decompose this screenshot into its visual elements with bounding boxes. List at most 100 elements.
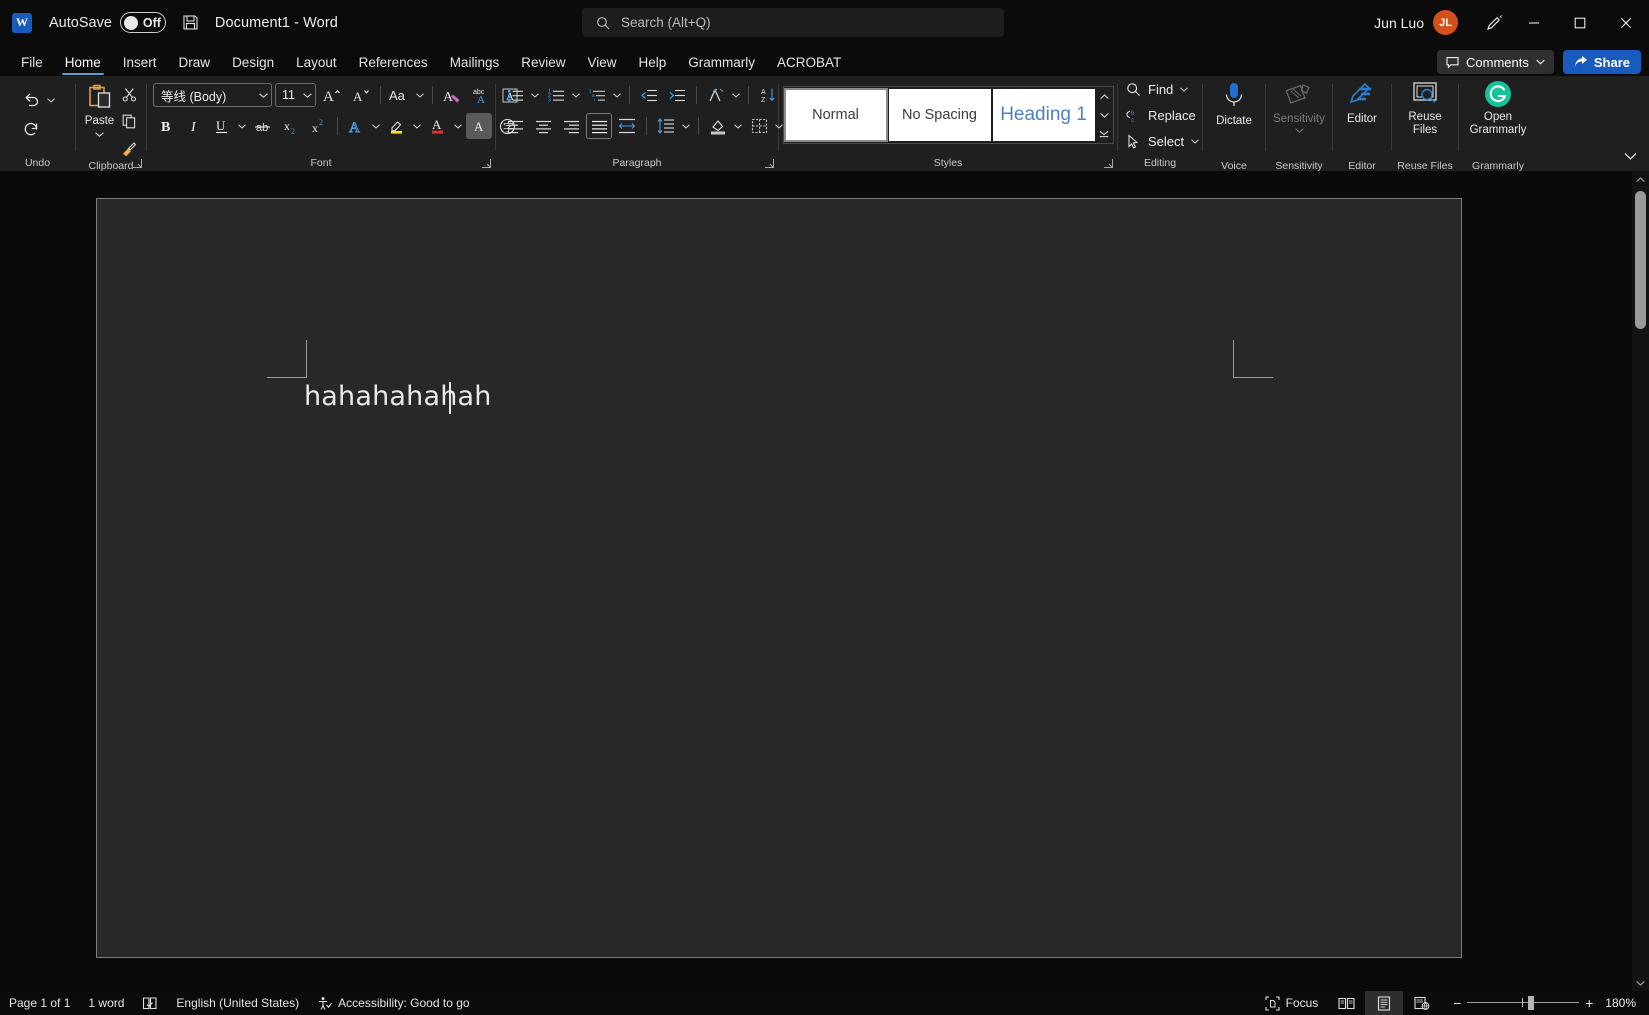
- sensitivity-button[interactable]: Sensitivity: [1272, 76, 1326, 160]
- read-mode-button[interactable]: [1327, 991, 1365, 1015]
- tab-acrobat[interactable]: ACROBAT: [766, 49, 852, 76]
- multilevel-list-button[interactable]: 1ai: [584, 82, 623, 108]
- document-body-text[interactable]: hahahahahah: [304, 381, 492, 412]
- zoom-slider[interactable]: − +: [1447, 991, 1599, 1015]
- numbering-button[interactable]: 123: [543, 82, 582, 108]
- line-spacing-button[interactable]: [653, 113, 692, 139]
- borders-icon[interactable]: [746, 113, 772, 139]
- undo-arrow-icon[interactable]: [18, 88, 44, 114]
- asian-layout-caret-icon[interactable]: [729, 83, 742, 107]
- underline-button[interactable]: U: [209, 113, 248, 139]
- styles-scroll-up-icon[interactable]: [1096, 88, 1113, 105]
- change-case-caret-icon[interactable]: [413, 83, 426, 107]
- align-right-button[interactable]: [558, 113, 584, 139]
- bullets-caret-icon[interactable]: [528, 83, 541, 107]
- avatar[interactable]: JL: [1433, 10, 1458, 35]
- focus-mode-button[interactable]: Focus: [1256, 991, 1328, 1015]
- bold-button[interactable]: B: [153, 113, 179, 139]
- font-color-caret-icon[interactable]: [451, 114, 464, 138]
- superscript-button[interactable]: x2: [306, 113, 332, 139]
- numbering-icon[interactable]: 123: [543, 82, 569, 108]
- scroll-up-icon[interactable]: [1632, 171, 1649, 188]
- asian-layout-button[interactable]: [703, 82, 742, 108]
- distributed-button[interactable]: [614, 113, 640, 139]
- multilevel-caret-icon[interactable]: [610, 83, 623, 107]
- font-size-input[interactable]: 11: [275, 83, 316, 107]
- vertical-scrollbar[interactable]: [1632, 171, 1649, 991]
- accessibility-status[interactable]: Accessibility: Good to go: [308, 991, 478, 1015]
- format-painter-button[interactable]: [118, 136, 140, 160]
- grow-font-button[interactable]: A: [319, 82, 345, 108]
- scroll-down-icon[interactable]: [1632, 974, 1649, 991]
- open-grammarly-button[interactable]: Open Grammarly: [1465, 76, 1531, 160]
- style-card-normal[interactable]: Normal: [783, 88, 888, 142]
- text-effects-button[interactable]: A: [343, 113, 382, 139]
- undo-button[interactable]: [18, 88, 57, 114]
- tab-grammarly[interactable]: Grammarly: [677, 49, 766, 76]
- zoom-out-icon[interactable]: −: [1447, 991, 1467, 1015]
- clear-formatting-button[interactable]: A: [439, 82, 465, 108]
- decrease-indent-button[interactable]: [636, 82, 662, 108]
- language-status[interactable]: English (United States): [167, 991, 308, 1015]
- sort-button[interactable]: AZ: [755, 82, 781, 108]
- styles-gallery[interactable]: Normal No Spacing Heading 1: [782, 86, 1114, 144]
- document-page[interactable]: hahahahahah: [96, 198, 1462, 958]
- subscript-button[interactable]: x2: [278, 113, 304, 139]
- tab-review[interactable]: Review: [510, 49, 576, 76]
- bullets-icon[interactable]: [502, 82, 528, 108]
- close-button[interactable]: [1603, 0, 1649, 45]
- scrollbar-thumb[interactable]: [1635, 191, 1646, 329]
- tab-mailings[interactable]: Mailings: [439, 49, 511, 76]
- search-input[interactable]: Search (Alt+Q): [582, 8, 1004, 37]
- zoom-slider-thumb[interactable]: [1528, 996, 1535, 1010]
- justify-button[interactable]: [586, 113, 612, 139]
- tab-file[interactable]: File: [10, 49, 54, 76]
- align-left-button[interactable]: [502, 113, 528, 139]
- proofing-status[interactable]: [133, 991, 167, 1015]
- styles-scroll-down-icon[interactable]: [1096, 107, 1113, 124]
- text-effects-icon[interactable]: A: [343, 113, 369, 139]
- font-name-input[interactable]: 等线 (Body): [153, 83, 272, 107]
- align-center-button[interactable]: [530, 113, 556, 139]
- tab-references[interactable]: References: [348, 49, 439, 76]
- line-spacing-icon[interactable]: [653, 113, 679, 139]
- editor-button[interactable]: Editor: [1339, 76, 1385, 160]
- tab-insert[interactable]: Insert: [112, 49, 168, 76]
- asian-layout-icon[interactable]: [703, 82, 729, 108]
- italic-button[interactable]: I: [181, 113, 207, 139]
- tab-layout[interactable]: Layout: [285, 49, 348, 76]
- phonetic-guide-button[interactable]: abc A: [468, 82, 494, 108]
- select-button[interactable]: Select: [1122, 129, 1206, 154]
- web-layout-button[interactable]: [1403, 991, 1441, 1015]
- font-color-button[interactable]: A: [425, 113, 464, 139]
- tab-draw[interactable]: Draw: [168, 49, 222, 76]
- paste-dropdown-caret-icon[interactable]: [95, 131, 104, 137]
- comments-button[interactable]: Comments: [1437, 50, 1554, 74]
- font-dialog-launcher[interactable]: [481, 158, 492, 169]
- character-shading-button[interactable]: A: [466, 113, 492, 139]
- shading-icon[interactable]: [705, 113, 731, 139]
- line-spacing-caret-icon[interactable]: [679, 114, 692, 138]
- clipboard-dialog-launcher[interactable]: [132, 158, 143, 169]
- tab-home[interactable]: Home: [54, 49, 112, 76]
- paste-button[interactable]: Paste: [82, 80, 117, 160]
- word-count-status[interactable]: 1 word: [79, 991, 133, 1015]
- share-button[interactable]: Share: [1562, 50, 1641, 74]
- print-layout-button[interactable]: [1365, 991, 1404, 1015]
- change-case-icon[interactable]: Aa: [387, 82, 413, 108]
- pen-annotate-icon[interactable]: [1477, 7, 1511, 39]
- text-highlight-color-icon[interactable]: [384, 113, 410, 139]
- underline-icon[interactable]: U: [209, 113, 235, 139]
- minimize-button[interactable]: [1511, 0, 1557, 45]
- text-highlight-color-button[interactable]: [384, 113, 423, 139]
- styles-dialog-launcher[interactable]: [1103, 158, 1114, 169]
- style-card-no-spacing[interactable]: No Spacing: [888, 89, 991, 141]
- change-case-button[interactable]: Aa: [387, 82, 426, 108]
- tab-design[interactable]: Design: [221, 49, 285, 76]
- highlight-caret-icon[interactable]: [410, 114, 423, 138]
- cut-button[interactable]: [118, 82, 140, 106]
- underline-caret-icon[interactable]: [235, 114, 248, 138]
- redo-arrow-icon[interactable]: [18, 117, 44, 143]
- zoom-in-icon[interactable]: +: [1579, 991, 1599, 1015]
- tab-help[interactable]: Help: [628, 49, 678, 76]
